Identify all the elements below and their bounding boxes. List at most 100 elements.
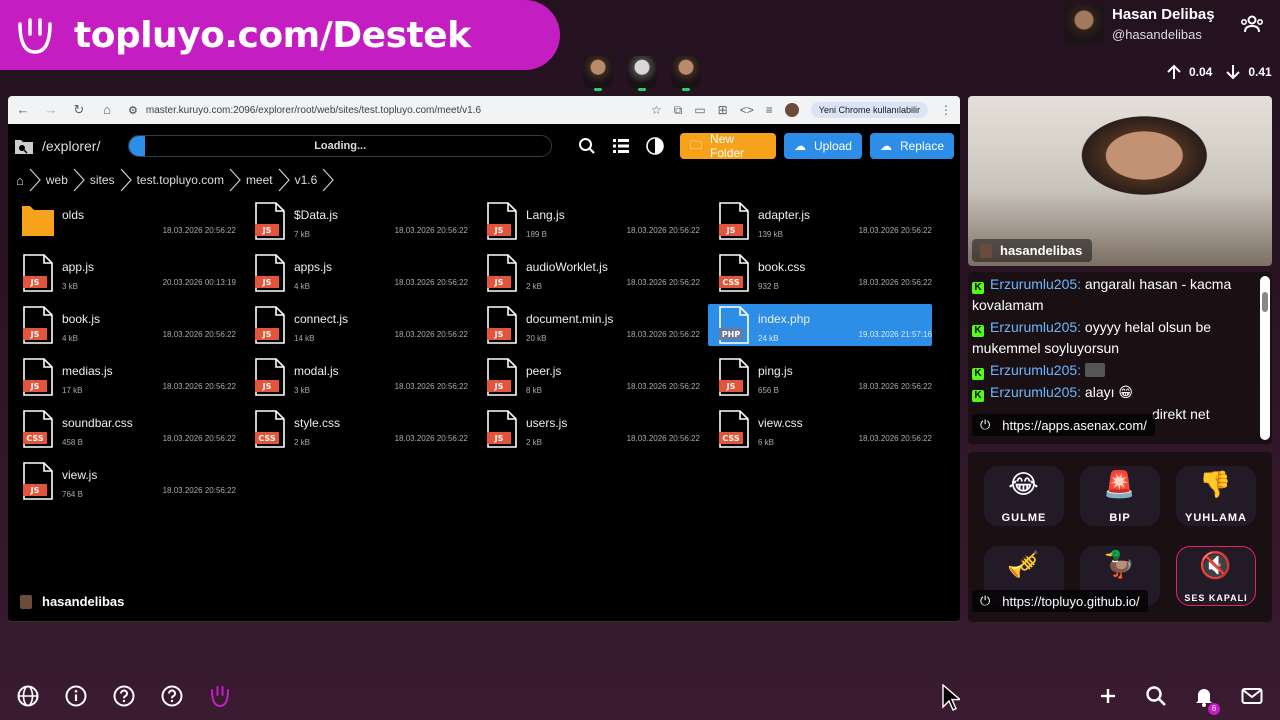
new-folder-button[interactable]: 🗀 New Folder	[680, 132, 776, 160]
file-item[interactable]: JS connect.js 14 kB 18.03.2026 20:56:22	[244, 304, 468, 346]
loading-progress: Loading...	[128, 135, 553, 157]
chat-message: K Erzurumlu205: alayı 😁	[972, 382, 1256, 403]
network-stats: 0.04 0.41	[1165, 63, 1272, 81]
file-item[interactable]: JS book.js 4 kB 18.03.2026 20:56:22	[12, 304, 236, 346]
cast-icon[interactable]: ▭	[694, 103, 705, 117]
breadcrumb-home-icon[interactable]: ⌂	[16, 173, 24, 188]
chrome-menu-icon[interactable]: ⋮	[940, 103, 952, 117]
devtools-icon[interactable]: <>	[740, 103, 754, 117]
breadcrumb-item[interactable]: web	[46, 173, 68, 187]
reload-icon[interactable]: ↻	[72, 103, 86, 117]
file-item[interactable]: JS apps.js 4 kB 18.03.2026 20:56:22	[244, 252, 468, 294]
replace-button[interactable]: ☁ Replace	[869, 133, 954, 159]
help-icon[interactable]	[112, 684, 136, 708]
breadcrumb-separator-icon	[120, 168, 132, 192]
media-icon[interactable]: ≡	[766, 103, 773, 117]
list-view-icon[interactable]	[612, 137, 630, 155]
sound-button-gulme[interactable]: 😂 GULME	[984, 466, 1064, 526]
file-item[interactable]: CSS soundbar.css 458 B 18.03.2026 20:56:22	[12, 408, 236, 450]
topluyo-logo-icon[interactable]	[208, 684, 232, 708]
chat-scrollbar[interactable]	[1260, 276, 1270, 440]
viewer-avatar[interactable]	[627, 56, 657, 91]
file-item[interactable]: CSS style.css 2 kB 18.03.2026 20:56:22	[244, 408, 468, 450]
chat-emote-image	[1085, 363, 1106, 377]
file-item[interactable]: JS document.min.js 20 kB 18.03.2026 20:56:2…	[476, 304, 700, 346]
home-icon[interactable]: ⌂	[100, 103, 114, 117]
plus-icon[interactable]	[1096, 684, 1120, 708]
apps-icon[interactable]: ⊞	[718, 103, 728, 117]
file-item[interactable]: JS modal.js 3 kB 18.03.2026 20:56:22	[244, 356, 468, 398]
sound-button-bip[interactable]: 🚨 BIP	[1080, 466, 1160, 526]
file-item[interactable]: JS $Data.js 7 kB 18.03.2026 20:56:22	[244, 200, 468, 242]
sound-label: BIP	[1109, 512, 1131, 524]
address-bar[interactable]: ⚙ master.kuruyo.com:2096/explorer/root/w…	[128, 99, 637, 121]
download-speed: 0.41	[1248, 65, 1272, 79]
svg-text:CSS: CSS	[258, 434, 275, 443]
chat-username[interactable]: Erzurumlu205:	[990, 276, 1081, 292]
svg-text:JS: JS	[494, 226, 504, 235]
svg-text:CSS: CSS	[722, 278, 739, 287]
site-settings-icon[interactable]: ⚙	[128, 104, 138, 117]
file-item[interactable]: JS adapter.js 139 kB 18.03.2026 20:56:22	[708, 200, 932, 242]
chrome-profile-avatar[interactable]	[784, 103, 799, 117]
js-file-icon: JS	[23, 358, 53, 396]
breadcrumb-item[interactable]: meet	[246, 173, 273, 187]
js-file-icon: JS	[255, 358, 285, 396]
file-item[interactable]: JS audioWorklet.js 2 kB 18.03.2026 20:56:22	[476, 252, 700, 294]
file-item[interactable]: JS view.js 764 B 18.03.2026 20:56:22	[12, 460, 236, 502]
viewer-avatar[interactable]	[671, 56, 701, 91]
js-file-icon: JS	[487, 358, 517, 396]
file-modified-date: 18.03.2026 20:56:22	[162, 330, 236, 339]
arrow-up-icon	[1167, 64, 1181, 79]
chrome-update-pill[interactable]: Yeni Chrome kullanılabilir	[810, 102, 928, 118]
forward-icon[interactable]: →	[44, 103, 58, 117]
upload-button[interactable]: ☁ Upload	[783, 133, 862, 159]
back-icon[interactable]: ←	[16, 103, 30, 117]
loading-text: Loading...	[314, 140, 367, 152]
breadcrumb-item[interactable]: v1.6	[295, 173, 318, 187]
browser-footer-user: hasandelibas	[20, 594, 124, 609]
file-item[interactable]: JS ping.js 656 B 18.03.2026 20:56:22	[708, 356, 932, 398]
info-icon[interactable]	[64, 684, 88, 708]
file-modified-date: 18.03.2026 20:56:22	[394, 278, 468, 287]
chat-username[interactable]: Erzurumlu205:	[990, 319, 1081, 335]
file-modified-date: 18.03.2026 20:56:22	[858, 226, 932, 235]
file-item[interactable]: JS users.js 2 kB 18.03.2026 20:56:22	[476, 408, 700, 450]
bookmark-star-icon[interactable]: ☆	[651, 103, 662, 117]
file-item[interactable]: JS medias.js 17 kB 18.03.2026 20:56:22	[12, 356, 236, 398]
sound-button-mute[interactable]: 🔇 SES KAPALI	[1176, 546, 1256, 606]
chat-username[interactable]: Erzurumlu205:	[990, 384, 1081, 400]
chat-message: K Erzurumlu205: oyyyy helal olsun be muke…	[972, 317, 1256, 359]
extensions-icon[interactable]: ⧉	[674, 103, 683, 118]
chat-username[interactable]: Erzurumlu205:	[990, 362, 1081, 378]
file-item[interactable]: JS Lang.js 189 B 18.03.2026 20:56:22	[476, 200, 700, 242]
banner-title: topluyo.com/Destek	[74, 14, 471, 56]
kick-icon: K	[972, 325, 984, 337]
users-group-icon[interactable]	[1240, 14, 1264, 34]
footer-username: hasandelibas	[42, 594, 125, 609]
file-item[interactable]: CSS view.css 6 kB 18.03.2026 20:56:22	[708, 408, 932, 450]
viewer-avatar[interactable]	[583, 56, 613, 91]
search-icon[interactable]	[1144, 684, 1168, 708]
file-name: index.php	[758, 312, 811, 326]
file-modified-date: 18.03.2026 20:56:22	[162, 434, 236, 443]
globe-icon[interactable]	[16, 684, 40, 708]
theme-toggle-icon[interactable]	[646, 137, 664, 155]
help-alt-icon[interactable]	[160, 684, 184, 708]
folder-item[interactable]: olds 18.03.2026 20:56:22	[12, 200, 236, 242]
file-item[interactable]: JS app.js 3 kB 20.03.2026 00:13:19	[12, 252, 236, 294]
explorer-path-label: /explorer/	[42, 138, 101, 154]
file-item[interactable]: JS peer.js 8 kB 18.03.2026 20:56:22	[476, 356, 700, 398]
browser-window: ← → ↻ ⌂ ⚙ master.kuruyo.com:2096/explore…	[8, 96, 960, 622]
duck-emoji-icon: 🦆	[1103, 550, 1137, 580]
breadcrumb-item[interactable]: sites	[90, 173, 115, 187]
search-icon[interactable]	[578, 137, 596, 155]
breadcrumb-item[interactable]: test.topluyo.com	[137, 173, 224, 187]
file-modified-date: 18.03.2026 20:56:22	[394, 382, 468, 391]
mail-icon[interactable]	[1240, 684, 1264, 708]
notifications-button[interactable]: 6	[1192, 684, 1220, 715]
file-item[interactable]: PHP index.php 24 kB 19.03.2026 21:57:16	[708, 304, 932, 346]
user-profile[interactable]: Hasan Delibaş @hasandelibas	[1064, 4, 1215, 44]
sound-button-yuhlama[interactable]: 👎 YUHLAMA	[1176, 466, 1256, 526]
file-item[interactable]: CSS book.css 932 B 18.03.2026 20:56:22	[708, 252, 932, 294]
